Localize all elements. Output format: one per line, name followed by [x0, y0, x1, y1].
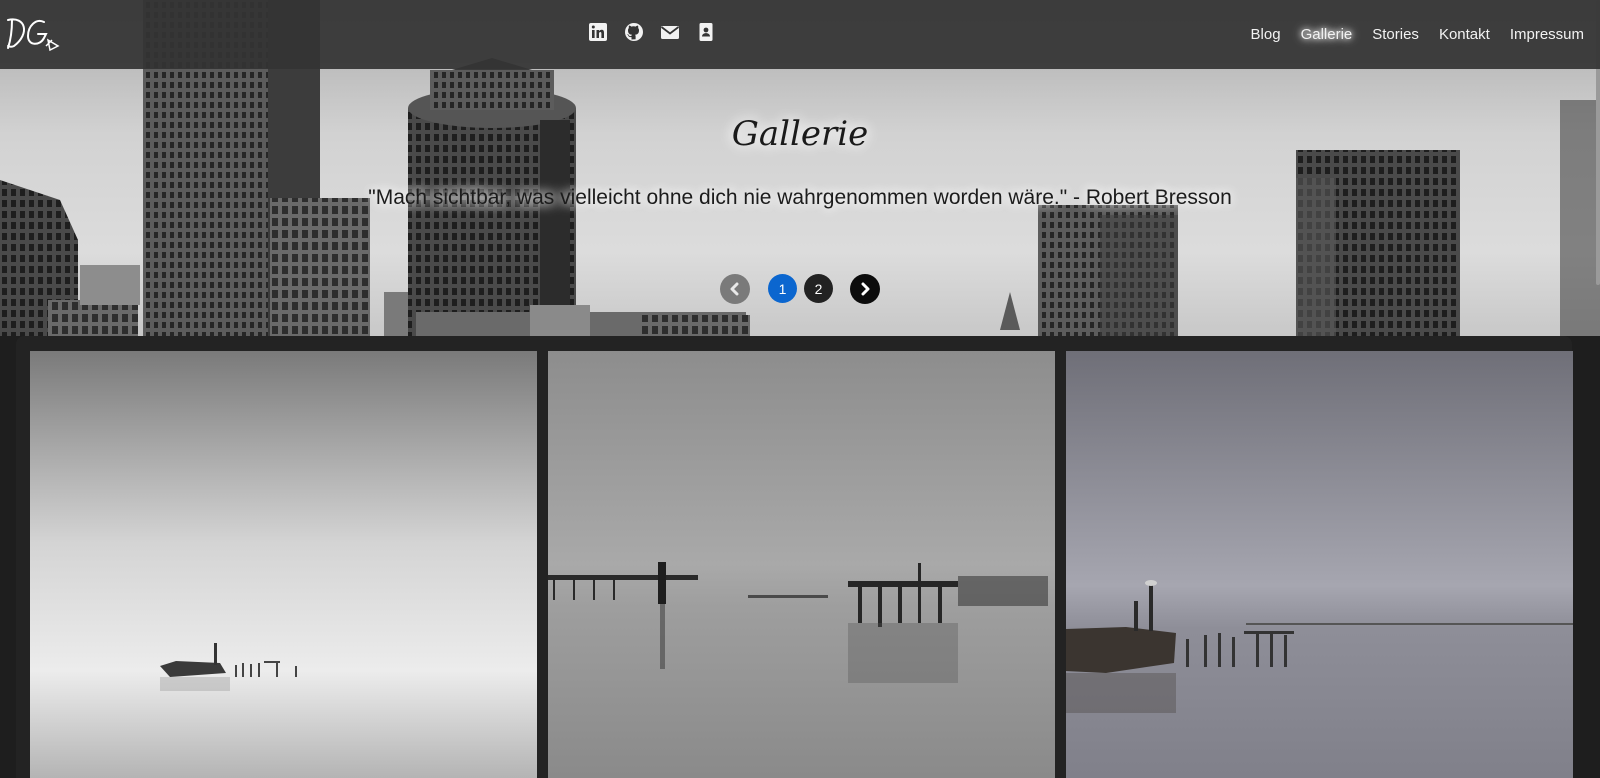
github-icon[interactable]: [624, 22, 644, 42]
nav-item-impressum[interactable]: Impressum: [1510, 26, 1584, 43]
page-2-button[interactable]: 2: [804, 274, 833, 303]
nav-item-gallerie[interactable]: Gallerie: [1301, 26, 1353, 43]
seascape-photo-1: [30, 351, 537, 778]
nav-item-stories[interactable]: Stories: [1372, 26, 1419, 43]
main-navigation: Blog Gallerie Stories Kontakt Impressum: [1251, 0, 1584, 69]
site-logo[interactable]: [6, 10, 62, 56]
gallery-grid: [16, 336, 1573, 778]
nav-item-blog[interactable]: Blog: [1251, 26, 1281, 43]
next-page-button[interactable]: [850, 274, 880, 304]
chevron-left-icon: [730, 282, 739, 296]
page-title: Gallerie: [731, 114, 869, 154]
gallery-photo[interactable]: [1066, 351, 1573, 778]
nav-item-kontakt[interactable]: Kontakt: [1439, 26, 1490, 43]
previous-page-button[interactable]: [720, 274, 750, 304]
gallery-photo[interactable]: [548, 351, 1055, 778]
page-1-button[interactable]: 1: [768, 274, 797, 303]
email-icon[interactable]: [660, 22, 680, 42]
wreck-seagull-photo: [1066, 351, 1573, 778]
gallery-photo[interactable]: [30, 351, 537, 778]
dg-logo-icon: [7, 18, 60, 52]
contact-card-icon[interactable]: [696, 22, 716, 42]
pier-ruins-photo: [548, 351, 1055, 778]
top-navbar: Blog Gallerie Stories Kontakt Impressum: [0, 0, 1600, 69]
hero-quote: "Mach sichtbar, was vielleicht ohne dich…: [368, 186, 1232, 209]
linkedin-icon[interactable]: [588, 22, 608, 42]
chevron-right-icon: [861, 282, 870, 296]
social-links: [588, 22, 716, 42]
